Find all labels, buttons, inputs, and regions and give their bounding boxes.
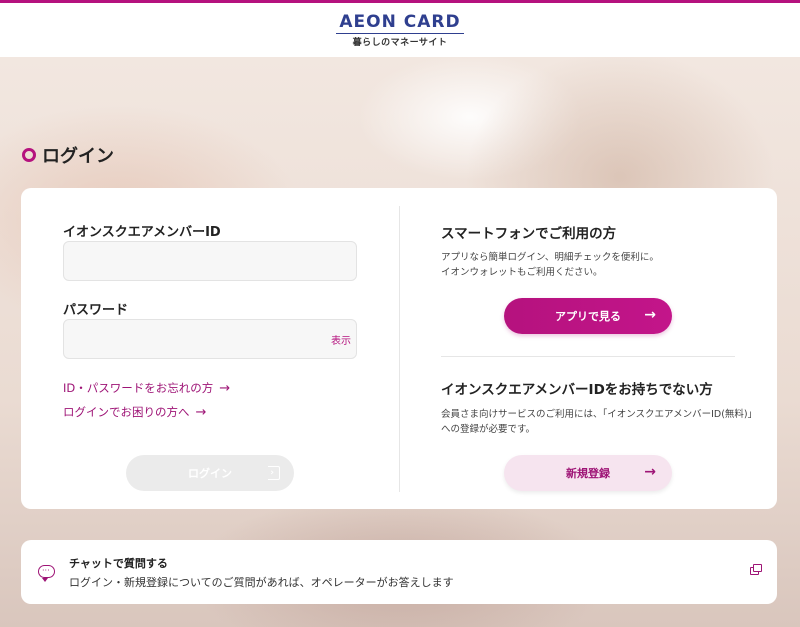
register-heading: イオンスクエアメンバーIDをお持ちでない方 bbox=[441, 382, 713, 398]
arrow-right-icon: → bbox=[219, 380, 231, 396]
register-desc-line2: への登録が必要です。 bbox=[441, 424, 536, 435]
login-button-label: ログイン bbox=[188, 467, 232, 480]
logo-subtitle: 暮らしのマネーサイト bbox=[352, 37, 448, 48]
smartphone-desc-line1: アプリなら簡単ログイン、明細チェックを便利に。 bbox=[441, 252, 659, 263]
login-arrow-icon: › bbox=[270, 468, 274, 478]
aeon-card-logo[interactable]: AEON CARD 暮らしのマネーサイト bbox=[336, 13, 464, 48]
chat-title: チャットで質問する bbox=[69, 557, 168, 570]
site-header: AEON CARD 暮らしのマネーサイト bbox=[0, 3, 800, 57]
page-title-text: ログイン bbox=[42, 146, 114, 167]
smartphone-description: アプリなら簡単ログイン、明細チェックを便利に。 イオンウォレットもご利用ください… bbox=[441, 250, 659, 280]
password-input[interactable] bbox=[63, 319, 357, 359]
login-button[interactable]: ログイン › bbox=[126, 455, 294, 491]
forgot-link-label: ID・パスワードをお忘れの方 bbox=[63, 381, 214, 395]
login-card: イオンスクエアメンバーID パスワード 表示 ID・パスワードをお忘れの方 → … bbox=[21, 188, 777, 509]
arrow-right-icon: → bbox=[644, 307, 656, 323]
logo-main-text: AEON CARD bbox=[339, 11, 461, 32]
page-title: ログイン bbox=[22, 142, 114, 168]
register-button[interactable]: 新規登録 → bbox=[504, 455, 672, 491]
chat-dots: ··· bbox=[42, 566, 50, 575]
view-app-button[interactable]: アプリで見る → bbox=[504, 298, 672, 334]
register-button-label: 新規登録 bbox=[566, 467, 610, 480]
chat-bubble-icon: ··· bbox=[38, 565, 55, 582]
section-divider bbox=[441, 356, 735, 357]
logo-divider bbox=[336, 32, 464, 34]
smartphone-desc-line2: イオンウォレットもご利用ください。 bbox=[441, 267, 603, 278]
login-help-label: ログインでお困りの方へ bbox=[63, 405, 190, 419]
arrow-right-icon: → bbox=[195, 404, 207, 420]
chat-description: ログイン・新規登録についてのご質問があれば、オペレーターがお答えします bbox=[69, 576, 454, 589]
smartphone-heading: スマートフォンでご利用の方 bbox=[441, 226, 617, 242]
chat-support-banner[interactable]: ··· チャットで質問する ログイン・新規登録についてのご質問があれば、オペレー… bbox=[21, 540, 777, 604]
view-app-button-label: アプリで見る bbox=[555, 310, 621, 323]
member-id-label: イオンスクエアメンバーID bbox=[63, 225, 221, 240]
login-help-link[interactable]: ログインでお困りの方へ → bbox=[63, 404, 206, 420]
external-window-icon bbox=[750, 564, 762, 575]
forgot-id-password-link[interactable]: ID・パスワードをお忘れの方 → bbox=[63, 380, 230, 396]
title-ring-icon bbox=[22, 148, 36, 162]
column-divider bbox=[399, 206, 400, 492]
register-description: 会員さま向けサービスのご利用には、「イオンスクエアメンバーID(無料)」 への登… bbox=[441, 407, 757, 437]
password-label: パスワード bbox=[63, 303, 129, 318]
member-id-input[interactable] bbox=[63, 241, 357, 281]
arrow-right-icon: → bbox=[644, 464, 656, 480]
register-desc-line1: 会員さま向けサービスのご利用には、「イオンスクエアメンバーID(無料)」 bbox=[441, 409, 758, 420]
show-password-toggle[interactable]: 表示 bbox=[331, 332, 351, 347]
